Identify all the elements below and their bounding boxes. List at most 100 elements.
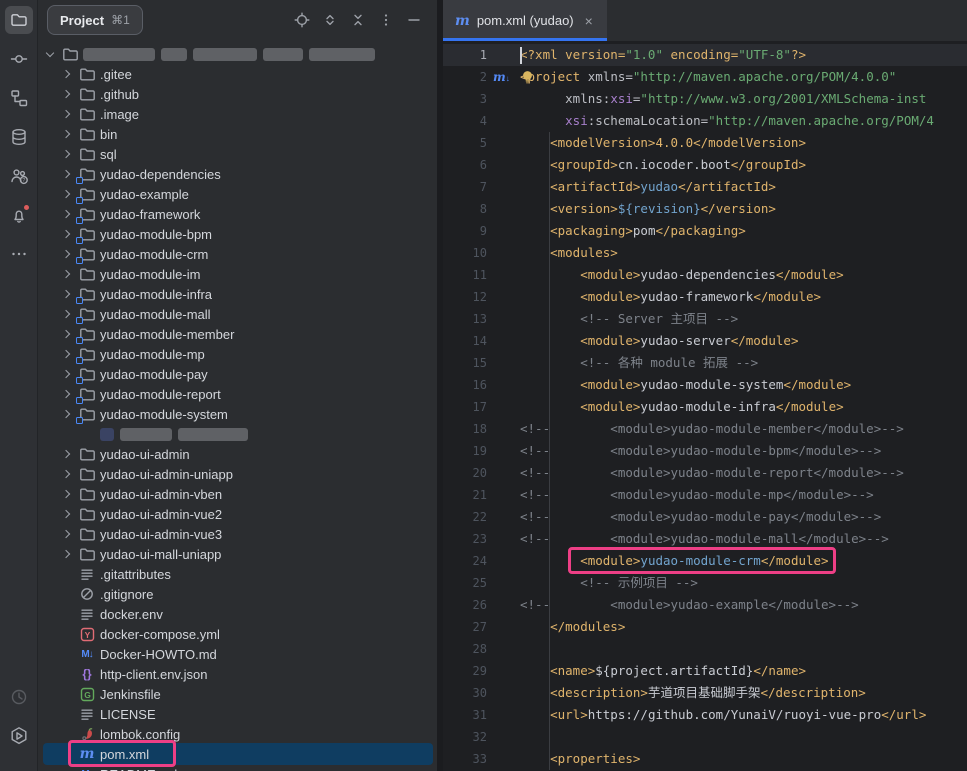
code-editor[interactable]: 1<?xml version="1.0" encoding="UTF-8"?>2…	[443, 41, 967, 771]
code-line-24[interactable]: 24 <module>yudao-module-crm</module>	[443, 550, 967, 572]
code-line-14[interactable]: 14 <module>yudao-server</module>	[443, 330, 967, 352]
code-line-11[interactable]: 11 <module>yudao-dependencies</module>	[443, 264, 967, 286]
tree-item-yudao-example[interactable]: yudao-example	[38, 184, 437, 204]
editor-tab-pom-xml[interactable]: m pom.xml (yudao) ×	[443, 0, 607, 41]
tree-item-yudao-module-infra[interactable]: yudao-module-infra	[38, 284, 437, 304]
code-line-22[interactable]: 22<!-- <module>yudao-module-pay</module>…	[443, 506, 967, 528]
tree-item-yudao-module-pay[interactable]: yudao-module-pay	[38, 364, 437, 384]
chevron-right-icon[interactable]	[59, 386, 75, 402]
tree-item-docker-howto-md[interactable]: M↓Docker-HOWTO.md	[38, 644, 437, 664]
code-line-19[interactable]: 19<!-- <module>yudao-module-bpm</module>…	[443, 440, 967, 462]
code-line-1[interactable]: 1<?xml version="1.0" encoding="UTF-8"?>	[443, 44, 967, 66]
code-line-4[interactable]: 4 xsi:schemaLocation="http://maven.apach…	[443, 110, 967, 132]
tree-item-jenkinsfile[interactable]: GJenkinsfile	[38, 684, 437, 704]
code-line-32[interactable]: 32	[443, 726, 967, 748]
code-line-12[interactable]: 12 <module>yudao-framework</module>	[443, 286, 967, 308]
tree-item-yudao-module-member[interactable]: yudao-module-member	[38, 324, 437, 344]
chevron-right-icon[interactable]	[59, 66, 75, 82]
code-line-30[interactable]: 30 <description>芋道项目基础脚手架</description>	[443, 682, 967, 704]
code-line-9[interactable]: 9 <packaging>pom</packaging>	[443, 220, 967, 242]
tree-item-sql[interactable]: sql	[38, 144, 437, 164]
chevron-right-icon[interactable]	[59, 86, 75, 102]
chevron-right-icon[interactable]	[59, 106, 75, 122]
chevron-right-icon[interactable]	[59, 486, 75, 502]
services-play-icon[interactable]	[5, 722, 33, 750]
code-line-13[interactable]: 13 <!-- Server 主项目 -->	[443, 308, 967, 330]
database-icon[interactable]	[5, 123, 33, 151]
chevron-right-icon[interactable]	[59, 506, 75, 522]
tree-item-yudao-ui-admin-vue3[interactable]: yudao-ui-admin-vue3	[38, 524, 437, 544]
code-line-25[interactable]: 25 <!-- 示例项目 -->	[443, 572, 967, 594]
tree-item-gitee[interactable]: .gitee	[38, 64, 437, 84]
chevron-right-icon[interactable]	[59, 206, 75, 222]
tree-item-gitignore[interactable]: .gitignore	[38, 584, 437, 604]
tree-item-yudao-module-crm[interactable]: yudao-module-crm	[38, 244, 437, 264]
chevron-right-icon[interactable]	[59, 406, 75, 422]
more-tools-icon[interactable]	[5, 240, 33, 268]
code-line-8[interactable]: 8 <version>${revision}</version>	[443, 198, 967, 220]
code-line-23[interactable]: 23<!-- <module>yudao-module-mall</module…	[443, 528, 967, 550]
chevron-right-icon[interactable]	[59, 266, 75, 282]
code-line-15[interactable]: 15 <!-- 各种 module 拓展 -->	[443, 352, 967, 374]
tree-item-yudao-ui-admin-uniapp[interactable]: yudao-ui-admin-uniapp	[38, 464, 437, 484]
tree-item-yudao-module-mp[interactable]: yudao-module-mp	[38, 344, 437, 364]
tree-item-yudao-module-report[interactable]: yudao-module-report	[38, 384, 437, 404]
chevron-right-icon[interactable]	[59, 226, 75, 242]
code-line-5[interactable]: 5 <modelVersion>4.0.0</modelVersion>	[443, 132, 967, 154]
tree-item-github[interactable]: .github	[38, 84, 437, 104]
tree-item-redacted-19[interactable]	[38, 424, 437, 444]
code-line-31[interactable]: 31 <url>https://github.com/YunaiV/ruoyi-…	[443, 704, 967, 726]
code-line-27[interactable]: 27 </modules>	[443, 616, 967, 638]
code-line-7[interactable]: 7 <artifactId>yudao</artifactId>	[443, 176, 967, 198]
tree-item-gitattributes[interactable]: .gitattributes	[38, 564, 437, 584]
chevron-right-icon[interactable]	[59, 146, 75, 162]
tree-item-pom-xml[interactable]: mpom.xml	[38, 744, 437, 764]
chevron-right-icon[interactable]	[59, 546, 75, 562]
chevron-right-icon[interactable]	[59, 526, 75, 542]
tree-item-docker-env[interactable]: docker.env	[38, 604, 437, 624]
code-line-18[interactable]: 18<!-- <module>yudao-module-member</modu…	[443, 418, 967, 440]
tree-item-yudao-module-mall[interactable]: yudao-module-mall	[38, 304, 437, 324]
tree-item-yudao-module-bpm[interactable]: yudao-module-bpm	[38, 224, 437, 244]
tree-item-yudao-framework[interactable]: yudao-framework	[38, 204, 437, 224]
code-line-21[interactable]: 21<!-- <module>yudao-module-mp</module>-…	[443, 484, 967, 506]
chevron-right-icon[interactable]	[59, 166, 75, 182]
chevron-right-icon[interactable]	[59, 306, 75, 322]
help-people-icon[interactable]: ?	[5, 162, 33, 190]
structure-icon[interactable]	[5, 84, 33, 112]
code-line-2[interactable]: 2m↓<project xmlns="http://maven.apache.o…	[443, 66, 967, 88]
tab-close-icon[interactable]: ×	[585, 13, 593, 29]
code-line-10[interactable]: 10 <modules>	[443, 242, 967, 264]
tree-item-yudao-module-im[interactable]: yudao-module-im	[38, 264, 437, 284]
tree-item-readme-md[interactable]: M↓README.md	[38, 764, 437, 771]
commit-icon[interactable]	[5, 45, 33, 73]
tree-item-docker-compose-yml[interactable]: Ydocker-compose.yml	[38, 624, 437, 644]
tree-item-yudao-dependencies[interactable]: yudao-dependencies	[38, 164, 437, 184]
chevron-right-icon[interactable]	[59, 286, 75, 302]
tree-item-redacted-0[interactable]	[38, 44, 437, 64]
maven-import-gutter-icon[interactable]: m↓	[493, 67, 510, 89]
code-line-20[interactable]: 20<!-- <module>yudao-module-report</modu…	[443, 462, 967, 484]
tree-item-yudao-ui-admin[interactable]: yudao-ui-admin	[38, 444, 437, 464]
code-line-28[interactable]: 28	[443, 638, 967, 660]
chevron-right-icon[interactable]	[59, 366, 75, 382]
tree-item-lombok-config[interactable]: lombok.config	[38, 724, 437, 744]
chevron-down-icon[interactable]	[42, 46, 58, 62]
intention-bulb-icon[interactable]	[521, 70, 534, 92]
tree-item-yudao-module-system[interactable]: yudao-module-system	[38, 404, 437, 424]
code-line-29[interactable]: 29 <name>${project.artifactId}</name>	[443, 660, 967, 682]
code-line-16[interactable]: 16 <module>yudao-module-system</module>	[443, 374, 967, 396]
tree-item-yudao-ui-admin-vben[interactable]: yudao-ui-admin-vben	[38, 484, 437, 504]
chevron-right-icon[interactable]	[59, 346, 75, 362]
tree-item-yudao-ui-admin-vue2[interactable]: yudao-ui-admin-vue2	[38, 504, 437, 524]
notifications-icon[interactable]	[5, 201, 33, 229]
chevron-right-icon[interactable]	[59, 466, 75, 482]
code-line-6[interactable]: 6 <groupId>cn.iocoder.boot</groupId>	[443, 154, 967, 176]
tree-item-license[interactable]: LICENSE	[38, 704, 437, 724]
chevron-right-icon[interactable]	[59, 326, 75, 342]
code-line-26[interactable]: 26<!-- <module>yudao-example</module>-->	[443, 594, 967, 616]
chevron-right-icon[interactable]	[59, 186, 75, 202]
updates-clock-icon[interactable]	[5, 683, 33, 711]
tree-item-bin[interactable]: bin	[38, 124, 437, 144]
tree-item-yudao-ui-mall-uniapp[interactable]: yudao-ui-mall-uniapp	[38, 544, 437, 564]
